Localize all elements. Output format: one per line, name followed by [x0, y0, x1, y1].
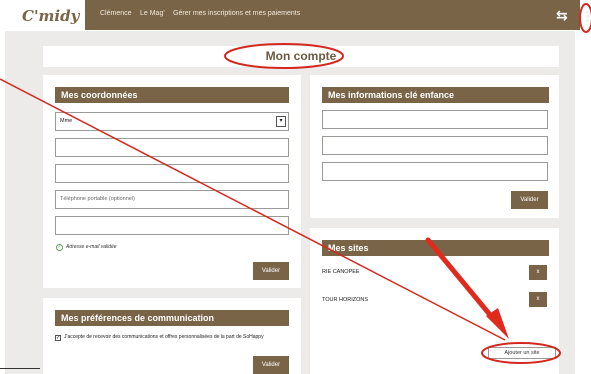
annotation-ellipse-title [224, 43, 344, 69]
annotation-arrow-shaft [425, 237, 499, 325]
annotation-ellipse-menu [579, 3, 591, 33]
annotation-ellipse-add-site [481, 342, 561, 364]
annotation-overlay [0, 3, 591, 364]
annotation-line [0, 78, 506, 341]
